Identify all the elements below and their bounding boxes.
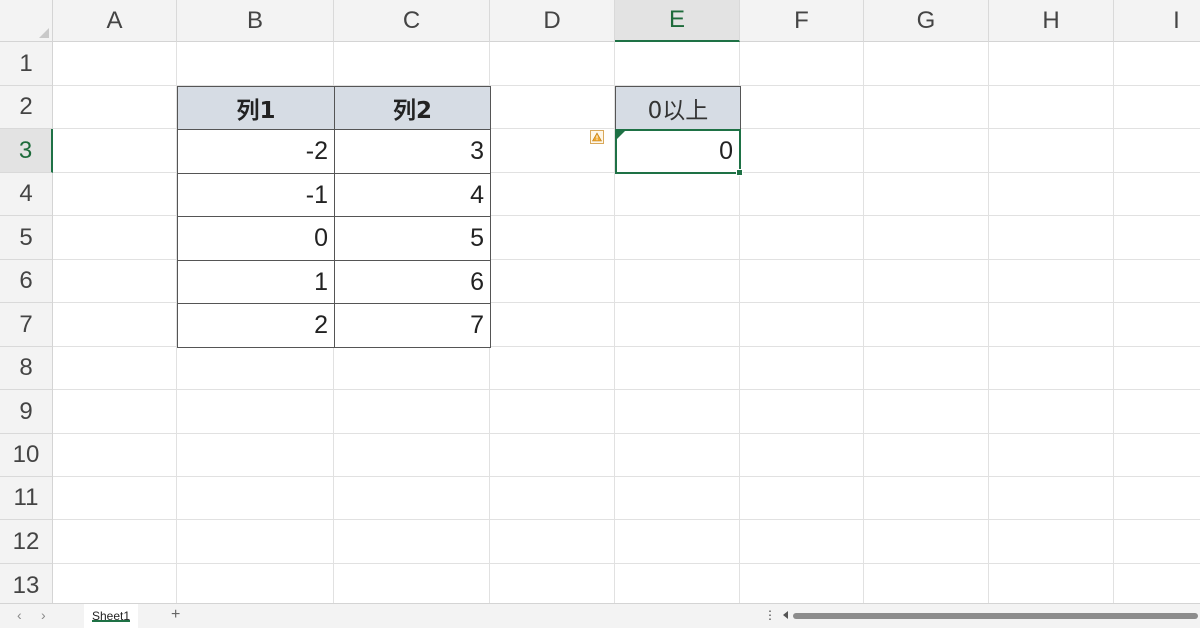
column-header-d[interactable]: D <box>490 0 615 42</box>
row-header-7[interactable]: 7 <box>0 303 53 347</box>
column-header-g[interactable]: G <box>864 0 989 42</box>
row-header-8[interactable]: 8 <box>0 347 53 390</box>
column-header-a[interactable]: A <box>53 0 177 42</box>
row-header-2[interactable]: 2 <box>0 86 53 129</box>
row-header-3[interactable]: 3 <box>0 129 53 173</box>
add-sheet-button[interactable]: + <box>171 606 180 624</box>
column-header-i[interactable]: I <box>1114 0 1200 42</box>
row-header-5[interactable]: 5 <box>0 216 53 260</box>
fill-handle[interactable] <box>736 169 743 176</box>
selected-cell-e3[interactable]: 0 <box>615 129 743 176</box>
horizontal-scrollbar[interactable] <box>793 613 1198 619</box>
table-cell[interactable]: 5 <box>334 216 491 261</box>
column-header-f[interactable]: F <box>740 0 864 42</box>
next-sheet-button[interactable]: › <box>41 607 46 623</box>
row-header-9[interactable]: 9 <box>0 390 53 434</box>
spreadsheet-window: A B C D E F G H I 1 2 3 4 5 6 7 8 9 10 11 12 13 列1 列2 -2 3 -1 4 0 5 1… <box>0 0 1200 628</box>
warning-triangle-icon[interactable] <box>590 130 604 144</box>
table-cell[interactable]: 4 <box>334 173 491 217</box>
row-header-11[interactable]: 11 <box>0 477 53 520</box>
table-cell[interactable]: 0 <box>177 216 335 261</box>
table-cell[interactable]: -2 <box>177 129 335 174</box>
row-header-1[interactable]: 1 <box>0 42 53 86</box>
row-header-13[interactable]: 13 <box>0 564 53 608</box>
prev-sheet-button[interactable]: ‹ <box>17 607 22 623</box>
column-header-h[interactable]: H <box>989 0 1114 42</box>
column-header-e[interactable]: E <box>615 0 740 42</box>
column-header-b[interactable]: B <box>177 0 334 42</box>
table-cell[interactable]: 3 <box>334 129 491 174</box>
table-header-cell[interactable]: 列1 <box>177 86 335 130</box>
table-header-cell[interactable]: 列2 <box>334 86 491 130</box>
table-cell[interactable]: -1 <box>177 173 335 217</box>
table-cell[interactable]: 2 <box>177 303 335 348</box>
select-all-corner[interactable] <box>0 0 53 42</box>
select-all-triangle-icon <box>39 28 49 38</box>
row-header-6[interactable]: 6 <box>0 260 53 303</box>
result-header-cell[interactable]: 0以上 <box>615 86 741 130</box>
more-options-icon[interactable]: ⋮ <box>764 608 776 622</box>
row-gridline <box>53 433 1200 434</box>
row-header-10[interactable]: 10 <box>0 434 53 477</box>
table-cell[interactable]: 1 <box>177 260 335 304</box>
column-header-c[interactable]: C <box>334 0 490 42</box>
active-sheet-indicator <box>92 620 130 622</box>
row-header-4[interactable]: 4 <box>0 173 53 216</box>
result-value: 0 <box>719 137 733 165</box>
row-gridline <box>53 563 1200 564</box>
table-cell[interactable]: 7 <box>334 303 491 348</box>
table-cell[interactable]: 6 <box>334 260 491 304</box>
row-gridline <box>53 519 1200 520</box>
sheet-bar: ‹ › Sheet1 + ⋮ <box>0 603 1200 628</box>
scroll-left-icon[interactable] <box>783 611 788 619</box>
error-indicator-icon <box>617 131 625 139</box>
row-gridline <box>53 476 1200 477</box>
row-header-12[interactable]: 12 <box>0 520 53 564</box>
sheet-tab-sheet1[interactable]: Sheet1 <box>84 604 138 628</box>
row-gridline <box>53 389 1200 390</box>
